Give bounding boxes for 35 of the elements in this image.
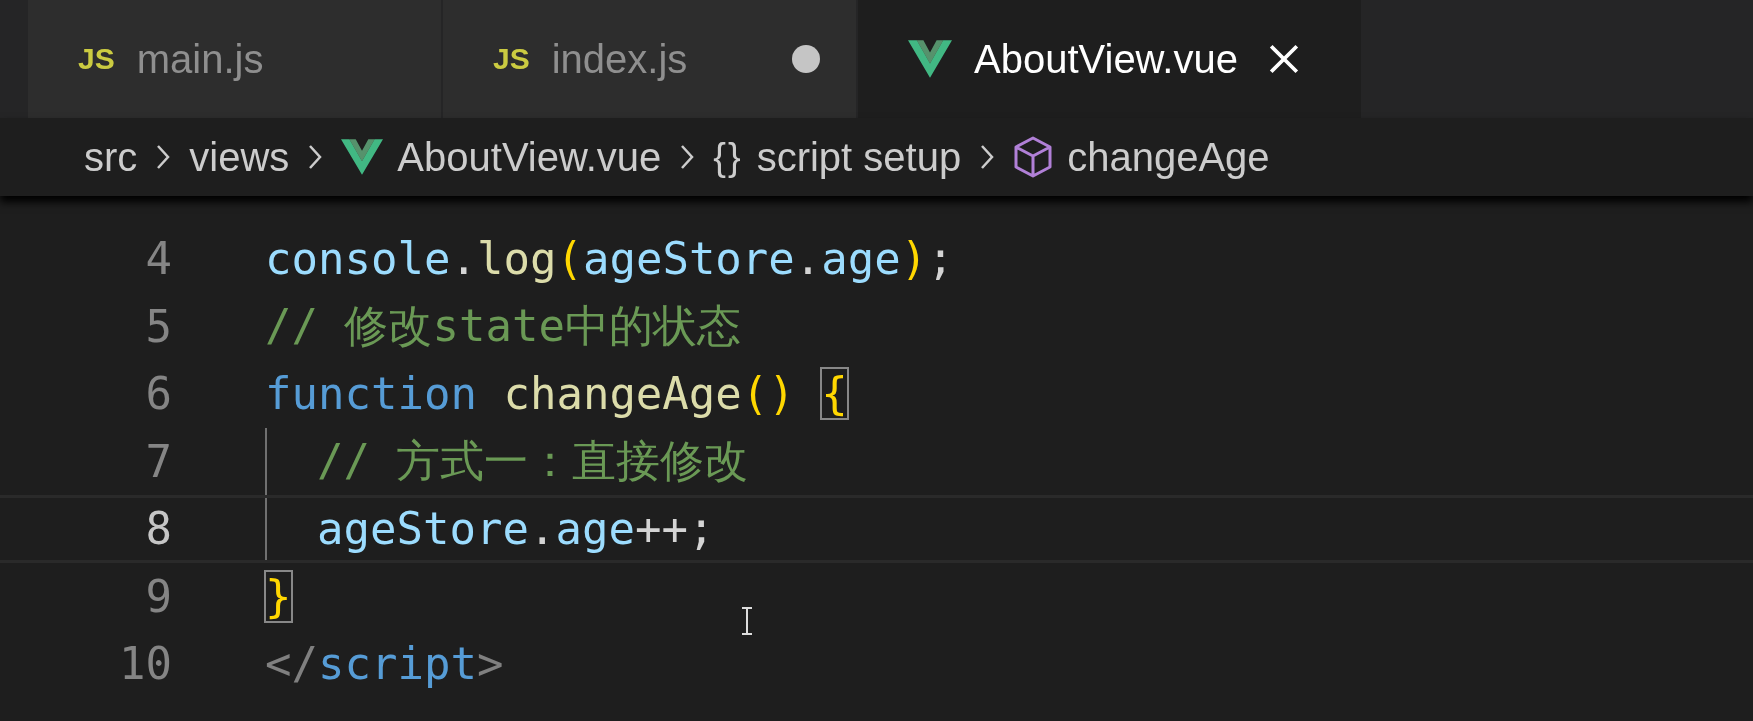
code-line: } — [265, 569, 292, 624]
breadcrumb-item[interactable]: AboutView.vue — [397, 134, 662, 180]
code-line: function changeAge() { — [265, 367, 848, 422]
line-number: 4 — [144, 233, 172, 285]
vue-file-icon — [341, 139, 384, 175]
editor-tab[interactable]: JS main.js — [28, 0, 443, 118]
line-number: 8 — [144, 503, 172, 555]
vue-file-icon — [908, 40, 952, 78]
code-line: // 修改state中的状态 — [265, 298, 741, 353]
js-file-icon: JS — [78, 42, 115, 76]
line-number: 5 — [144, 300, 172, 352]
close-icon[interactable] — [1267, 43, 1300, 75]
code-line: ageStore.age++; — [265, 498, 715, 560]
js-file-icon: JS — [493, 42, 530, 76]
editor-tab[interactable]: AboutView.vue — [858, 0, 1363, 118]
editor-tab[interactable]: JS index.js — [443, 0, 858, 118]
code-line: console.log(ageStore.age); — [265, 232, 954, 287]
breadcrumb-item[interactable]: changeAge — [1067, 134, 1270, 180]
breadcrumb-item[interactable]: src — [84, 134, 138, 180]
unsaved-dot-icon — [792, 45, 820, 73]
line-number: 6 — [144, 368, 172, 420]
breadcrumb-item[interactable]: script setup — [756, 134, 962, 180]
line-number: 9 — [144, 570, 172, 622]
braces-icon: {} — [713, 135, 743, 179]
chevron-icon — [679, 143, 696, 171]
chevron-icon — [307, 143, 324, 171]
line-number: 7 — [144, 435, 172, 487]
chevron-icon — [979, 143, 996, 171]
text-cursor-icon — [740, 606, 754, 636]
chevron-icon — [155, 143, 172, 171]
line-number: 10 — [118, 638, 172, 690]
cube-icon — [1013, 135, 1054, 179]
code-line: </script> — [265, 637, 504, 692]
code-line: // 方式一：直接修改 — [265, 427, 749, 495]
breadcrumb-item[interactable]: views — [189, 134, 290, 180]
